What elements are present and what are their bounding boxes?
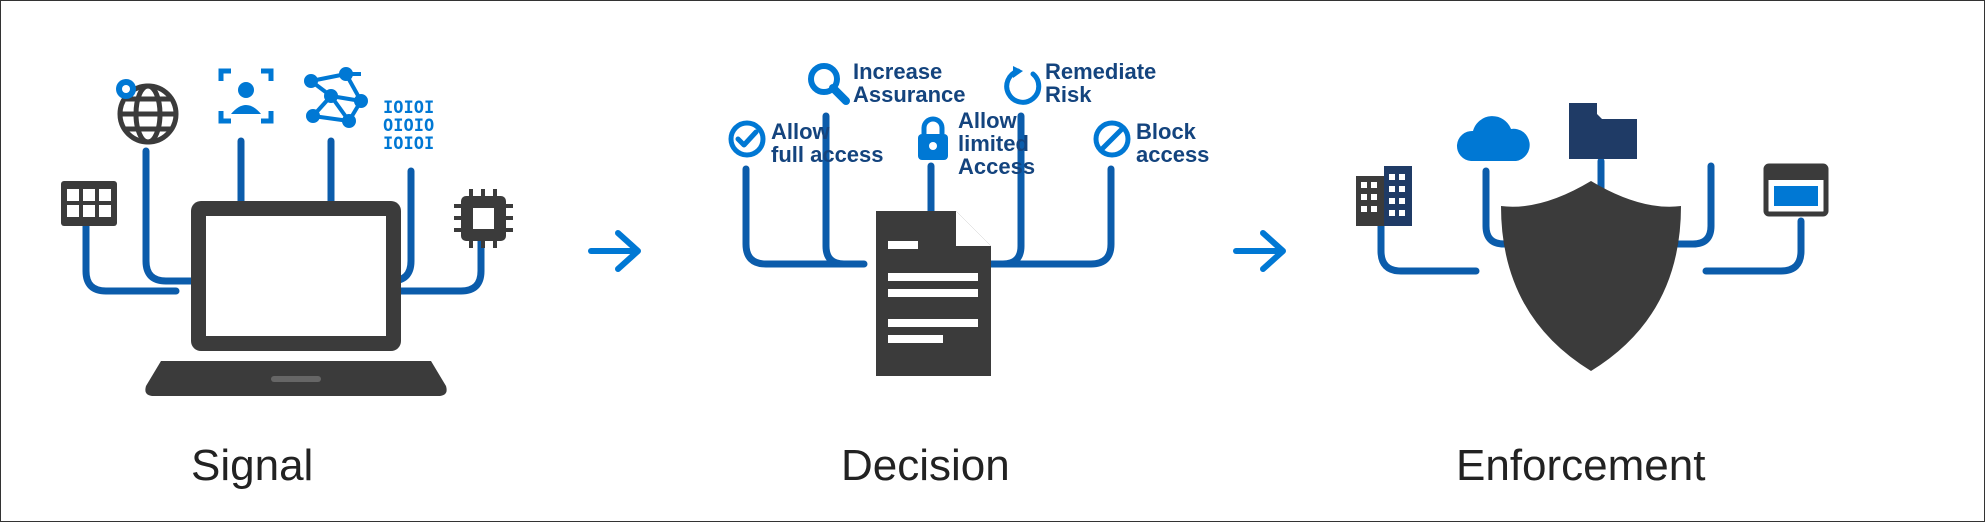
flow-arrow-2 (1231, 221, 1291, 281)
option-remediate-risk: Remediate Risk (1045, 60, 1156, 106)
shield-icon (1501, 181, 1681, 371)
block-circle-icon (1096, 123, 1128, 155)
option-allow-limited: Allow limited Access (958, 109, 1035, 178)
option-allow-full: Allow full access (771, 120, 884, 166)
enforcement-label: Enforcement (1456, 441, 1705, 491)
decision-label: Decision (841, 441, 1010, 491)
stage-enforcement (1321, 61, 1851, 441)
refresh-arrow-icon (1007, 66, 1039, 102)
calendar-grid-icon (61, 181, 117, 226)
cloud-icon (1457, 116, 1530, 161)
browser-window-icon (1766, 166, 1826, 214)
svg-text:IOIOI: IOIOI (383, 134, 434, 154)
signal-graphic: IOIOI OIOIO IOIOI (31, 31, 571, 411)
binary-data-icon: IOIOI OIOIO IOIOI (383, 98, 434, 154)
globe-icon (116, 79, 176, 142)
document-policy-icon (876, 211, 991, 376)
check-circle-icon (731, 123, 763, 155)
enforcement-graphic (1321, 61, 1851, 401)
building-icon (1356, 166, 1412, 226)
magnifier-icon (811, 66, 846, 101)
svg-text:OIOIO: OIOIO (383, 116, 434, 136)
option-increase-assurance: Increase Assurance (853, 60, 966, 106)
user-focus-icon (221, 71, 271, 121)
flow-arrow-1 (586, 221, 646, 281)
svg-text:IOIOI: IOIOI (383, 98, 434, 118)
chip-icon (454, 189, 513, 248)
network-graph-icon (306, 69, 366, 126)
stage-signal: IOIOI OIOIO IOIOI (31, 31, 571, 451)
lock-icon (918, 119, 948, 160)
stage-decision: Allow full access Increase Assurance All… (671, 21, 1211, 441)
option-block-access: Block access (1136, 120, 1209, 166)
signal-label: Signal (191, 441, 313, 491)
laptop-icon (145, 201, 446, 396)
folder-icon (1569, 103, 1637, 159)
